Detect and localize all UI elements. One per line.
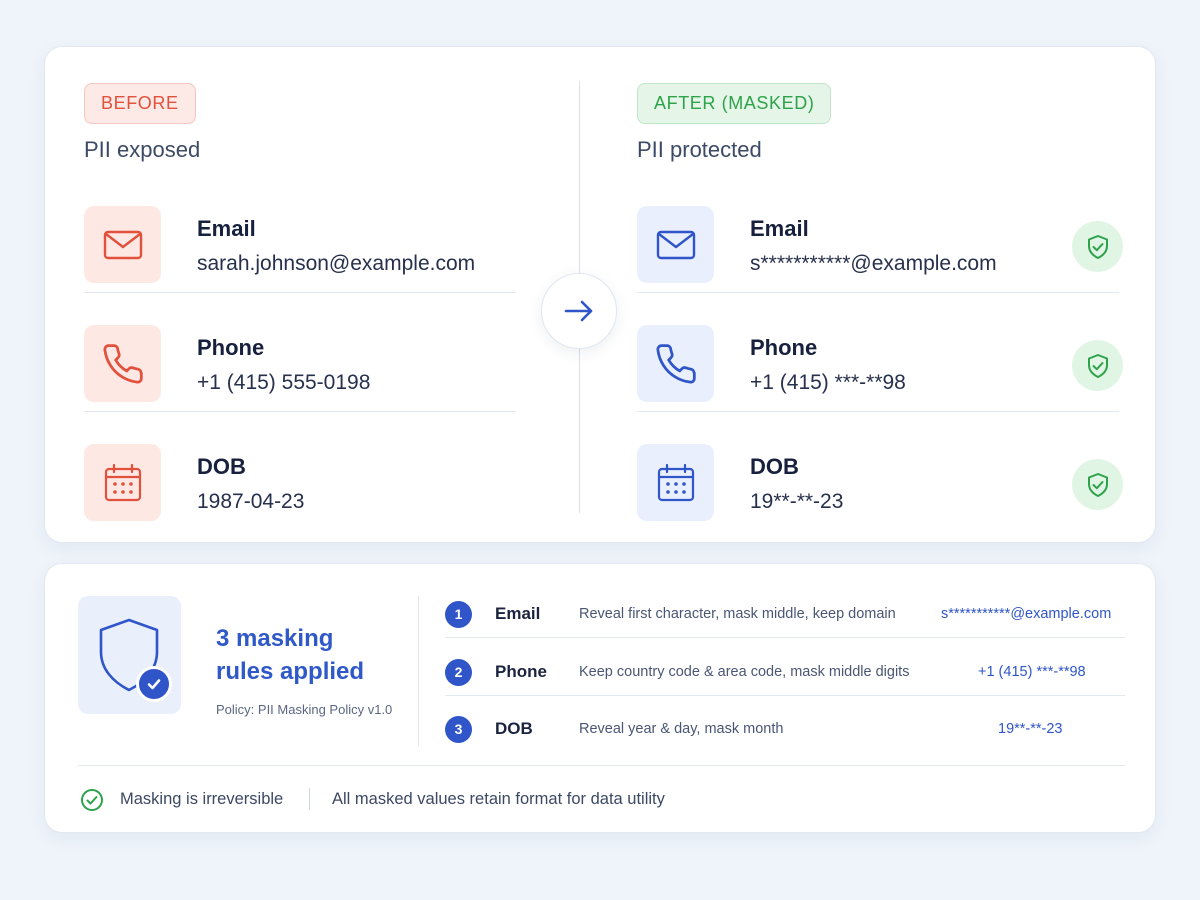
summary-card: 3 masking rules applied Policy: PII Mask…: [44, 563, 1156, 833]
before-badge: BEFORE: [84, 83, 196, 124]
check-icon: [136, 666, 172, 702]
field-value: 1987-04-23: [197, 490, 305, 513]
irreversible-note: Masking is irreversible: [120, 790, 284, 808]
arrow-right-icon: [541, 273, 617, 349]
rule-description: Reveal year & day, mask month: [579, 721, 784, 737]
check-circle-icon: [80, 788, 104, 817]
after-badge: AFTER (MASKED): [637, 83, 832, 124]
rule-name: Email: [495, 604, 541, 623]
shield-check-icon: [78, 596, 181, 714]
rule-row: 1 Email Reveal first character, mask mid…: [445, 580, 1125, 638]
rule-description: Reveal first character, mask middle, kee…: [579, 606, 896, 622]
mail-icon: [84, 206, 161, 283]
summary-divider: [418, 596, 419, 746]
shield-check-icon: [1072, 221, 1123, 272]
field-value: s***********@example.com: [750, 252, 997, 275]
rules-applied-title: 3 masking rules applied: [216, 625, 365, 685]
after-phone-row: Phone +1 (415) ***-**98: [637, 294, 1123, 412]
rule-result: 19**-**-23: [998, 721, 1063, 737]
shield-check-icon: [1072, 340, 1123, 391]
mail-icon: [637, 206, 714, 283]
shield-check-icon: [1072, 459, 1123, 510]
after-subtitle: PII protected: [637, 137, 762, 162]
rule-number: 2: [445, 659, 472, 686]
rule-number: 3: [445, 716, 472, 743]
before-phone-row: Phone +1 (415) 555-0198: [84, 294, 516, 412]
field-label: Email: [197, 216, 256, 241]
policy-name: Policy: PII Masking Policy v1.0: [216, 702, 393, 717]
calendar-icon: [637, 444, 714, 521]
field-label: Phone: [750, 335, 818, 360]
rule-number: 1: [445, 601, 472, 628]
calendar-icon: [84, 444, 161, 521]
field-label: Phone: [197, 335, 265, 360]
format-note: All masked values retain format for data…: [332, 790, 665, 808]
rule-name: DOB: [495, 719, 533, 738]
rule-description: Keep country code & area code, mask midd…: [579, 664, 910, 680]
field-value: +1 (415) 555-0198: [197, 371, 371, 394]
after-email-row: Email s***********@example.com: [637, 175, 1123, 293]
rule-result: +1 (415) ***-**98: [978, 664, 1086, 680]
before-dob-row: DOB 1987-04-23: [84, 413, 516, 531]
field-value: sarah.johnson@example.com: [197, 252, 476, 275]
before-email-row: Email sarah.johnson@example.com: [84, 175, 516, 293]
field-label: DOB: [197, 454, 246, 479]
phone-icon: [637, 325, 714, 402]
before-subtitle: PII exposed: [84, 137, 201, 162]
field-value: +1 (415) ***-**98: [750, 371, 906, 394]
comparison-card: BEFORE PII exposed Email sarah.johnson@e…: [44, 46, 1156, 543]
phone-icon: [84, 325, 161, 402]
rule-row: 3 DOB Reveal year & day, mask month 19**…: [445, 695, 1125, 753]
rule-name: Phone: [495, 662, 547, 681]
field-label: DOB: [750, 454, 799, 479]
rule-result: s***********@example.com: [941, 606, 1112, 622]
footer-separator: [309, 788, 310, 810]
after-dob-row: DOB 19**-**-23: [637, 413, 1123, 531]
rule-row: 2 Phone Keep country code & area code, m…: [445, 638, 1125, 696]
field-value: 19**-**-23: [750, 490, 844, 513]
field-label: Email: [750, 216, 809, 241]
footer-divider: [78, 765, 1125, 766]
